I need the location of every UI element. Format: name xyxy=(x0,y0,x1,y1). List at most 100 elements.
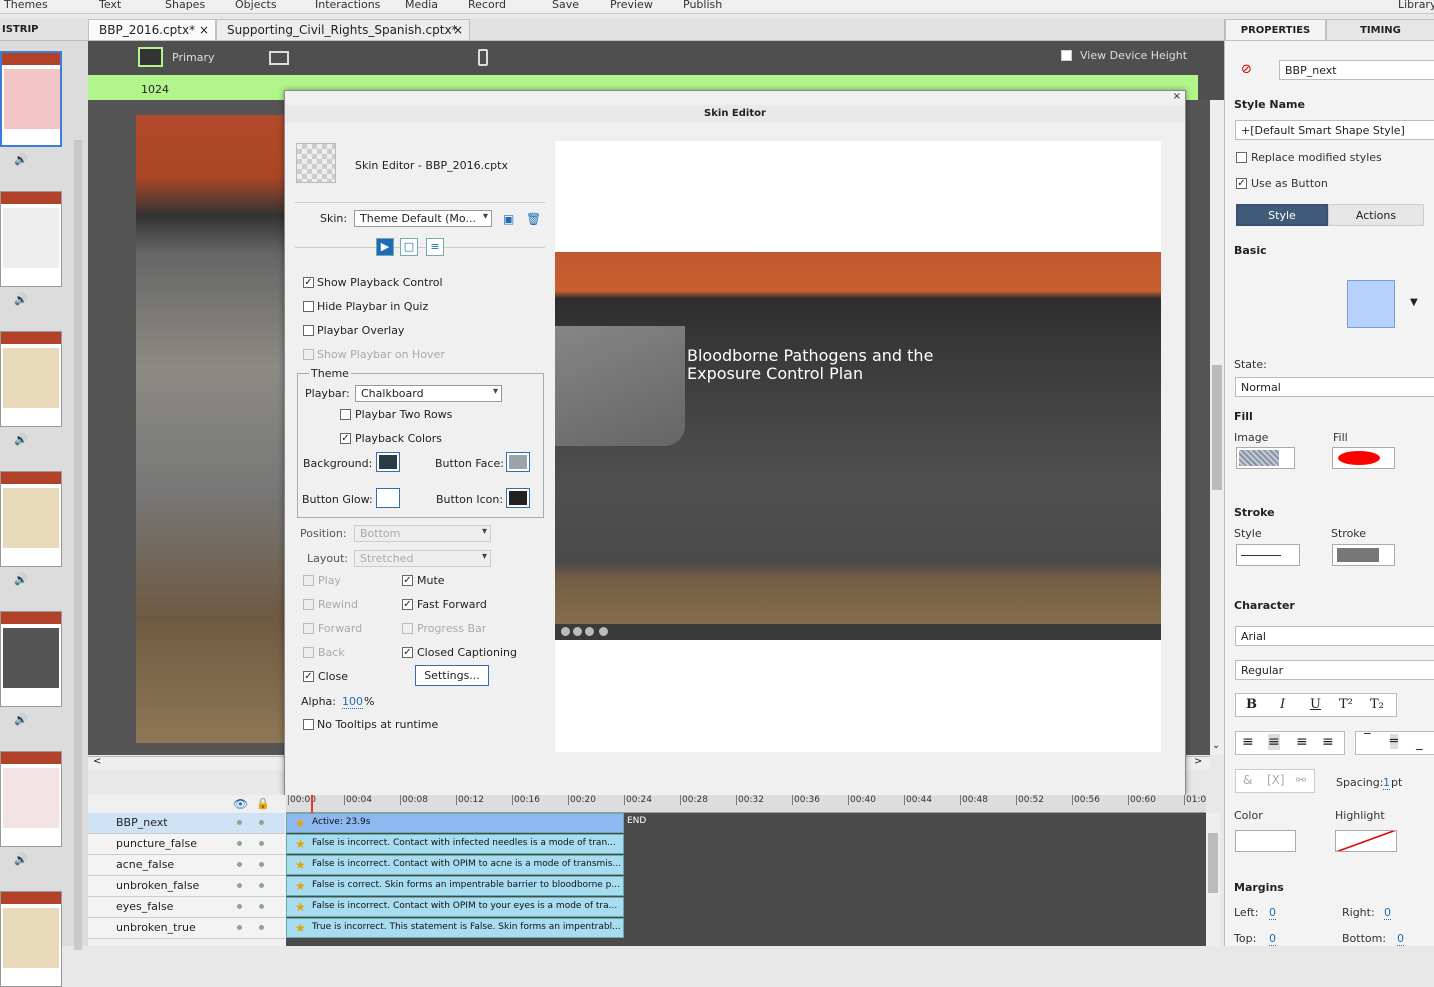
background-color-swatch[interactable] xyxy=(376,452,400,472)
button-glow-color-swatch[interactable] xyxy=(376,488,400,508)
menu-media[interactable]: Media xyxy=(405,0,438,11)
chevron-down-icon[interactable]: ⌄ xyxy=(1212,740,1220,751)
align-left-icon[interactable]: ≡ xyxy=(1242,734,1254,750)
chevron-right-icon[interactable]: > xyxy=(1194,756,1202,767)
align-right-icon[interactable]: ≡ xyxy=(1296,734,1308,750)
filmstrip-scrollbar[interactable] xyxy=(74,140,82,950)
close-icon[interactable]: × xyxy=(1173,91,1181,102)
close-icon[interactable]: × xyxy=(453,23,463,37)
replace-modified-checkbox[interactable] xyxy=(1236,152,1247,163)
state-select[interactable]: Normal xyxy=(1235,377,1434,397)
basic-style-swatch[interactable] xyxy=(1347,280,1395,328)
slide-thumb[interactable] xyxy=(0,191,62,287)
playback-tab-icon[interactable]: ▶ xyxy=(376,238,394,256)
stroke-style-picker[interactable] xyxy=(1236,544,1300,566)
progress-bar-checkbox[interactable] xyxy=(402,623,413,634)
bold-icon[interactable]: B xyxy=(1246,697,1257,712)
font-weight-select[interactable]: Regular xyxy=(1235,660,1434,680)
menu-interactions[interactable]: Interactions xyxy=(315,0,380,11)
slide-thumb[interactable] xyxy=(0,471,62,567)
button-face-color-swatch[interactable] xyxy=(506,452,530,472)
slide-thumb[interactable] xyxy=(0,331,62,427)
highlight-color-picker[interactable] xyxy=(1335,830,1397,852)
back-checkbox[interactable] xyxy=(303,647,314,658)
align-middle-icon[interactable]: ═ xyxy=(1390,734,1398,749)
skin-select[interactable]: Theme Default (Mo... xyxy=(354,210,492,227)
align-center-icon[interactable]: ≡ xyxy=(1268,734,1280,750)
link-icon[interactable]: & xyxy=(1243,773,1252,787)
rewind-checkbox[interactable] xyxy=(303,599,314,610)
menu-record[interactable]: Record xyxy=(468,0,506,11)
align-bottom-icon[interactable]: _ xyxy=(1416,736,1423,751)
object-name-input[interactable]: BBP_next xyxy=(1279,60,1434,80)
two-rows-checkbox[interactable] xyxy=(340,409,351,420)
trash-icon[interactable]: 🗑 xyxy=(526,212,541,226)
show-on-hover-checkbox[interactable] xyxy=(303,349,314,360)
menu-themes[interactable]: Themes xyxy=(4,0,48,11)
view-device-height-checkbox[interactable] xyxy=(1061,50,1072,61)
tab-bbp[interactable]: BBP_2016.cptx* × xyxy=(88,19,216,41)
timeline-bar[interactable]: ★ Active: 23.9s xyxy=(286,813,624,833)
lock-icon[interactable]: 🔒 xyxy=(256,797,270,810)
timeline-bar[interactable]: ★ False is correct. Skin forms an impentr… xyxy=(286,876,624,896)
tab-timing[interactable]: TIMING xyxy=(1326,19,1434,41)
tab-actions[interactable]: Actions xyxy=(1328,204,1424,226)
timeline-ruler[interactable]: 00:00 00:04 00:08 00:12 00:16 00:20 00:24 00:28… xyxy=(286,795,1206,813)
position-select[interactable]: Bottom xyxy=(354,525,491,542)
timeline-bar[interactable]: ★ False is incorrect. Contact with OPIM t… xyxy=(286,897,624,917)
menu-publish[interactable]: Publish xyxy=(683,0,722,11)
margin-right-value[interactable]: 0 xyxy=(1384,906,1391,920)
timeline-layer[interactable]: puncture_false xyxy=(88,834,285,855)
timeline-bar[interactable]: ★ False is incorrect. Contact with infect… xyxy=(286,834,624,854)
closed-captioning-checkbox[interactable]: ✓ xyxy=(402,647,413,658)
text-color-picker[interactable] xyxy=(1235,830,1296,852)
menu-library[interactable]: Library xyxy=(1398,0,1434,11)
menu-text[interactable]: Text xyxy=(99,0,121,11)
timeline-layer[interactable]: unbroken_false xyxy=(88,876,285,897)
playbar-overlay-checkbox[interactable] xyxy=(303,325,314,336)
chevron-down-icon[interactable]: ▼ xyxy=(1410,297,1418,308)
tab-style[interactable]: Style xyxy=(1236,204,1328,226)
chevron-left-icon[interactable]: < xyxy=(93,756,101,767)
use-as-button-checkbox[interactable]: ✓ xyxy=(1236,178,1247,189)
variable-icon[interactable]: [X] xyxy=(1267,773,1285,787)
margin-bottom-value[interactable]: 0 xyxy=(1397,932,1404,946)
desktop-icon[interactable] xyxy=(138,47,163,67)
tablet-icon[interactable] xyxy=(269,51,289,65)
timeline-layer[interactable]: BBP_next xyxy=(88,813,285,834)
effects-icon[interactable]: ⚯ xyxy=(1296,773,1306,787)
tab-properties[interactable]: PROPERTIES xyxy=(1225,19,1326,41)
timeline-scrollbar[interactable] xyxy=(1206,813,1220,946)
italic-icon[interactable]: I xyxy=(1280,697,1285,712)
alpha-value[interactable]: 100 xyxy=(342,695,363,709)
timeline-layer[interactable]: eyes_false xyxy=(88,897,285,918)
mute-checkbox[interactable]: ✓ xyxy=(402,575,413,586)
button-icon-color-swatch[interactable] xyxy=(506,488,530,508)
show-playback-checkbox[interactable]: ✓ xyxy=(303,277,314,288)
superscript-icon[interactable]: T² xyxy=(1339,697,1353,712)
underline-icon[interactable]: U xyxy=(1310,697,1321,712)
stage-vertical-scrollbar[interactable]: ⌄ xyxy=(1210,100,1224,755)
visibility-icon[interactable]: ⊘ xyxy=(1241,62,1252,77)
save-icon[interactable]: ▣ xyxy=(503,212,514,226)
menu-save[interactable]: Save xyxy=(552,0,579,11)
menu-shapes[interactable]: Shapes xyxy=(165,0,205,11)
slide-thumb[interactable] xyxy=(0,891,62,987)
subscript-icon[interactable]: T₂ xyxy=(1370,697,1384,712)
settings-button[interactable]: Settings... xyxy=(415,665,489,686)
menu-objects[interactable]: Objects xyxy=(235,0,277,11)
style-name-select[interactable]: +[Default Smart Shape Style] xyxy=(1235,120,1434,140)
timeline-bar[interactable]: ★ False is incorrect. Contact with OPIM t… xyxy=(286,855,624,875)
fast-forward-checkbox[interactable]: ✓ xyxy=(402,599,413,610)
justify-icon[interactable]: ≡ xyxy=(1322,734,1334,750)
close-icon[interactable]: × xyxy=(199,23,209,37)
fill-color-picker[interactable] xyxy=(1332,447,1395,469)
borders-tab-icon[interactable]: □ xyxy=(400,238,418,256)
eye-icon[interactable]: 👁 xyxy=(233,797,248,811)
tab-supporting[interactable]: Supporting_Civil_Rights_Spanish.cptx* × xyxy=(216,19,470,41)
play-checkbox[interactable] xyxy=(303,575,314,586)
slide-thumb[interactable] xyxy=(0,611,62,707)
font-family-select[interactable]: Arial xyxy=(1235,626,1434,646)
slide-thumb[interactable] xyxy=(0,751,62,847)
layout-select[interactable]: Stretched xyxy=(354,550,491,567)
